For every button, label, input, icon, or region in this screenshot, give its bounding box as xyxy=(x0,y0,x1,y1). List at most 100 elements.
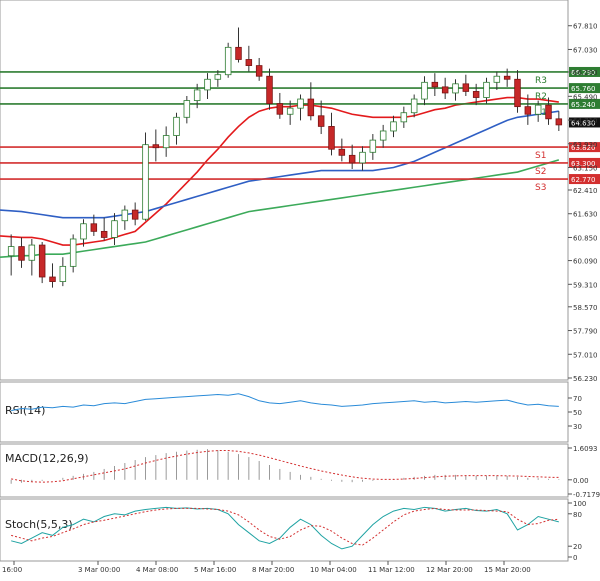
candle-body xyxy=(317,115,325,127)
price-tick-label: 67.810 xyxy=(573,23,598,31)
level-label-r2: R2 xyxy=(535,92,547,102)
level-tag-text: 65.760 xyxy=(571,85,596,93)
stoch-panel-frame xyxy=(0,498,569,562)
candle-body xyxy=(493,75,501,83)
candle-body xyxy=(503,75,511,80)
time-tick-label: 4 Mar 08:00 xyxy=(136,566,178,574)
rsi-panel: RSI(14) 70 50 30 xyxy=(5,393,582,431)
candle-body xyxy=(111,220,118,238)
level-tag-text: 65.240 xyxy=(571,101,596,109)
price-tick-label: 62.410 xyxy=(573,187,598,195)
moving-average-line xyxy=(0,110,559,219)
forex-chart: R366.290R265.760R165.240S163.820S263.300… xyxy=(0,0,600,574)
time-tick-label: 10 Mar 04:00 xyxy=(310,566,357,574)
candle-body xyxy=(410,98,418,114)
price-tick-label: 59.310 xyxy=(573,281,598,289)
candle-body xyxy=(348,154,356,164)
candle-body xyxy=(173,116,180,136)
level-label-r3: R3 xyxy=(535,76,547,86)
price-tick-label: 67.030 xyxy=(573,46,598,54)
candle-body xyxy=(266,75,273,105)
candle-body xyxy=(255,65,263,77)
time-axis: 16:00 3 Mar 00:00 4 Mar 08:00 5 Mar 16:00 8 … xyxy=(2,561,531,574)
candle-body xyxy=(483,81,490,98)
main-panel-frame xyxy=(0,0,569,381)
indicator-tick-label: 0 xyxy=(573,554,577,562)
candle-body xyxy=(359,151,366,164)
stoch-d-line xyxy=(11,507,559,546)
candle-body xyxy=(224,46,232,76)
candle-body xyxy=(49,276,56,282)
time-tick-label: 3 Mar 00:00 xyxy=(78,566,120,574)
indicator-tick-label: 50 xyxy=(573,409,582,417)
candle-body xyxy=(131,209,139,220)
macd-panel: MACD(12,26,9) 1.6093 0.00 -0.7179 xyxy=(5,445,600,499)
candle-body xyxy=(90,223,98,232)
candle-body xyxy=(286,107,294,115)
indicator-tick-label: 100 xyxy=(573,500,586,508)
price-tick-label: 57.010 xyxy=(573,351,598,359)
rsi-label: RSI(14) xyxy=(5,404,45,417)
candle-body xyxy=(379,130,387,141)
candles xyxy=(7,27,563,288)
price-tick-label: 57.790 xyxy=(573,328,598,336)
candle-body xyxy=(276,103,284,115)
level-label-s3: S3 xyxy=(535,183,546,193)
stoch-label: Stoch(5,5,3) xyxy=(5,518,73,531)
candle-body xyxy=(534,104,542,115)
candle-body xyxy=(524,106,532,115)
time-tick-label: 5 Mar 16:00 xyxy=(194,566,236,574)
indicator-tick-label: 0.00 xyxy=(573,477,589,485)
price-axis: 67.810 67.030 66.290 65.490 64.710 63.930 63.1… xyxy=(568,23,598,383)
price-tick-label: 63.930 xyxy=(573,141,598,149)
candle-body xyxy=(452,83,459,94)
rsi-line xyxy=(11,393,559,412)
time-tick-label: 8 Mar 20:00 xyxy=(252,566,294,574)
candle-body xyxy=(152,144,160,149)
candle-body xyxy=(69,238,77,267)
candle-body xyxy=(390,121,397,132)
time-tick-label: 16:00 xyxy=(2,566,22,574)
rsi-panel-frame xyxy=(0,381,569,443)
candle-body xyxy=(245,59,253,66)
candle-body xyxy=(100,230,108,238)
candle-body xyxy=(545,104,552,120)
candle-body xyxy=(431,81,439,88)
candle-body xyxy=(235,46,242,60)
candle-body xyxy=(193,89,201,101)
macd-signal-line xyxy=(11,450,559,483)
candle-body xyxy=(400,112,408,123)
candle-body xyxy=(162,135,170,149)
price-tick-label: 58.570 xyxy=(573,304,598,312)
candle-body xyxy=(18,246,25,261)
price-tick-label: 60.090 xyxy=(573,258,598,266)
candle-body xyxy=(142,144,149,220)
candle-body xyxy=(462,83,470,92)
candle-body xyxy=(338,148,346,156)
candle-body xyxy=(80,223,87,240)
level-label-s1: S1 xyxy=(535,151,546,161)
candle-body xyxy=(369,139,377,153)
price-tick-label: 66.290 xyxy=(573,69,598,77)
candle-body xyxy=(307,98,315,117)
candle-body xyxy=(204,78,211,91)
candle-body xyxy=(214,74,222,80)
time-tick-label: 15 Mar 20:00 xyxy=(484,566,531,574)
price-tick-label: 65.490 xyxy=(573,93,598,101)
candle-body xyxy=(555,118,563,126)
indicator-tick-label: 20 xyxy=(573,543,582,551)
time-tick-label: 11 Mar 12:00 xyxy=(368,566,415,574)
candle-body xyxy=(421,81,428,100)
candle-body xyxy=(441,86,449,94)
price-tick-label: 63.150 xyxy=(573,164,598,172)
time-tick-label: 12 Mar 20:00 xyxy=(426,566,473,574)
indicator-tick-label: -0.7179 xyxy=(573,491,600,499)
indicator-tick-label: 70 xyxy=(573,395,582,403)
stoch-k-line xyxy=(11,506,559,550)
price-tick-label: 61.630 xyxy=(573,211,598,219)
indicator-tick-label: 30 xyxy=(573,423,582,431)
stoch-panel: Stoch(5,5,3) 100 80 20 0 xyxy=(5,500,586,562)
candle-body xyxy=(472,91,480,98)
candle-body xyxy=(514,78,521,108)
price-tick-label: 64.710 xyxy=(573,117,598,125)
